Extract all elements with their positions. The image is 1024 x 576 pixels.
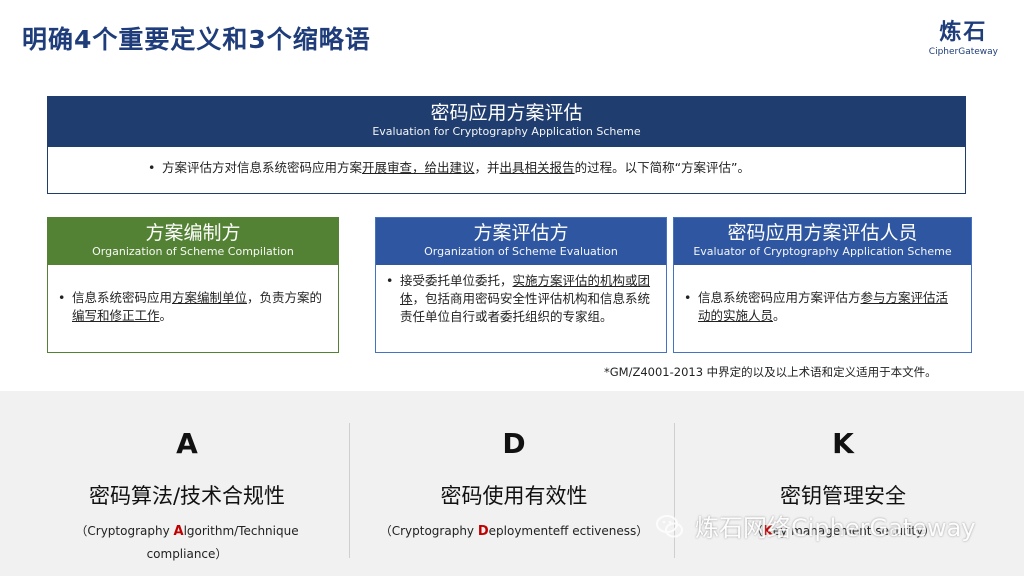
card-text-underlined: 编写和修正工作 (72, 308, 160, 323)
main-text-underlined: 出具相关报告 (499, 160, 575, 175)
card-header: 方案编制方 Organization of Scheme Compilation (48, 218, 338, 265)
watermark-text: 炼石网络CipherGateway (695, 514, 976, 542)
abbreviation-title: 密码使用有效性 (440, 484, 588, 508)
card-text-part: 。 (159, 308, 173, 323)
page-title: 明确4个重要定义和3个缩略语 (22, 25, 371, 54)
main-body: • 方案评估方对信息系统密码应用方案开展审查，给出建议，并出具相关报告的过程。以… (48, 147, 965, 177)
logo-text-cn: 炼石 (939, 20, 988, 45)
main-title-cn: 密码应用方案评估 (430, 102, 583, 124)
card-title-cn: 密码应用方案评估人员 (727, 222, 918, 244)
desc-part: compliance） (146, 547, 228, 561)
card-text-underlined: 方案编制单位 (172, 290, 248, 305)
main-text-part: 的过程。以下简称“方案评估”。 (574, 160, 751, 175)
definition-card-compilation: 方案编制方 Organization of Scheme Compilation… (47, 217, 339, 353)
abbreviation-title: 密码算法/技术合规性 (88, 484, 286, 508)
main-header: 密码应用方案评估 Evaluation for Cryptography App… (48, 97, 965, 147)
main-title-en: Evaluation for Cryptography Application … (372, 125, 641, 138)
card-header: 方案评估方 Organization of Scheme Evaluation (376, 218, 666, 265)
wechat-icon (656, 514, 683, 537)
card-text-part: 。 (773, 308, 786, 323)
card-text: 信息系统密码应用方案评估方参与方案评估活动的实施人员。 (698, 289, 957, 325)
abbreviation-d: D 密码使用有效性 （Cryptography Deploymenteff ec… (344, 391, 684, 543)
definition-main-box: 密码应用方案评估 Evaluation for Cryptography App… (47, 96, 966, 194)
card-body: • 信息系统密码应用方案编制单位，负责方案的编写和修正工作。 (48, 265, 338, 325)
card-body: • 接受委托单位委托，实施方案评估的机构或团体，包括商用密码安全性评估机构和信息… (376, 265, 666, 326)
main-text: 方案评估方对信息系统密码应用方案开展审查，给出建议，并出具相关报告的过程。以下简… (162, 159, 750, 177)
card-bullet: • 接受委托单位委托，实施方案评估的机构或团体，包括商用密码安全性评估机构和信息… (386, 272, 656, 326)
card-text: 信息系统密码应用方案编制单位，负责方案的编写和修正工作。 (72, 289, 324, 325)
card-text-part: 接受委托单位委托， (400, 273, 513, 288)
abbreviation-title: 密钥管理安全 (780, 484, 906, 508)
main-text-underlined: 开展审查，给出建议 (362, 160, 475, 175)
main-text-part: 方案评估方对信息系统密码应用方案 (162, 160, 363, 175)
card-body: • 信息系统密码应用方案评估方参与方案评估活动的实施人员。 (674, 265, 971, 325)
card-title-cn: 方案编制方 (145, 222, 241, 244)
logo-text-en: CipherGateway (928, 47, 998, 57)
abbreviation-letter: A (176, 427, 198, 460)
footnote: *GM/Z4001-2013 中界定的以及以上术语和定义适用于本文件。 (604, 365, 937, 379)
bullet-dot: • (58, 290, 66, 305)
bullet-dot: • (386, 273, 394, 288)
abbreviation-letter: D (502, 427, 526, 460)
definition-card-evaluation: 方案评估方 Organization of Scheme Evaluation … (375, 217, 667, 353)
watermark: 炼石网络CipherGateway (655, 508, 976, 543)
abbreviation-desc: （Cryptography Algorithm/Technique complia… (17, 520, 357, 565)
card-title-en: Evaluator of Cryptography Application Sc… (693, 245, 952, 258)
abbreviation-letter: K (832, 427, 854, 460)
card-title-en: Organization of Scheme Evaluation (424, 245, 618, 258)
company-logo: 炼石 CipherGateway (929, 14, 998, 57)
card-text-part: 信息系统密码应用 (72, 290, 173, 305)
card-text-part: ，负责方案的 (247, 290, 323, 305)
bullet-dot: • (684, 290, 692, 305)
card-text-part: 信息系统密码应用方案评估方 (698, 290, 861, 305)
bullet-dot: • (148, 160, 156, 175)
card-title-en: Organization of Scheme Compilation (92, 245, 294, 258)
desc-part: lgorithm/Technique (183, 524, 299, 538)
desc-part: （Cryptography (379, 524, 478, 538)
desc-part: eploymenteff ectiveness） (488, 524, 649, 538)
desc-highlight: A (173, 524, 184, 539)
card-bullet: • 信息系统密码应用方案评估方参与方案评估活动的实施人员。 (684, 289, 957, 325)
abbreviation-desc: （Cryptography Deploymenteff ectiveness） (344, 520, 684, 543)
abbreviation-a: A 密码算法/技术合规性 （Cryptography Algorithm/Tec… (17, 391, 357, 565)
desc-highlight: D (477, 524, 489, 539)
card-bullet: • 信息系统密码应用方案编制单位，负责方案的编写和修正工作。 (58, 289, 324, 325)
main-bullet: • 方案评估方对信息系统密码应用方案开展审查，给出建议，并出具相关报告的过程。以… (148, 159, 965, 177)
card-text: 接受委托单位委托，实施方案评估的机构或团体，包括商用密码安全性评估机构和信息系统… (400, 272, 656, 326)
definition-card-evaluator: 密码应用方案评估人员 Evaluator of Cryptography App… (673, 217, 972, 353)
desc-part: （Cryptography (75, 524, 174, 538)
card-text-part: ，包括商用密码安全性评估机构和信息系统责任单位自行或者委托组织的专家组。 (400, 291, 651, 324)
card-title-cn: 方案评估方 (473, 222, 569, 244)
card-header: 密码应用方案评估人员 Evaluator of Cryptography App… (674, 218, 971, 265)
main-text-part: ，并 (474, 160, 500, 175)
